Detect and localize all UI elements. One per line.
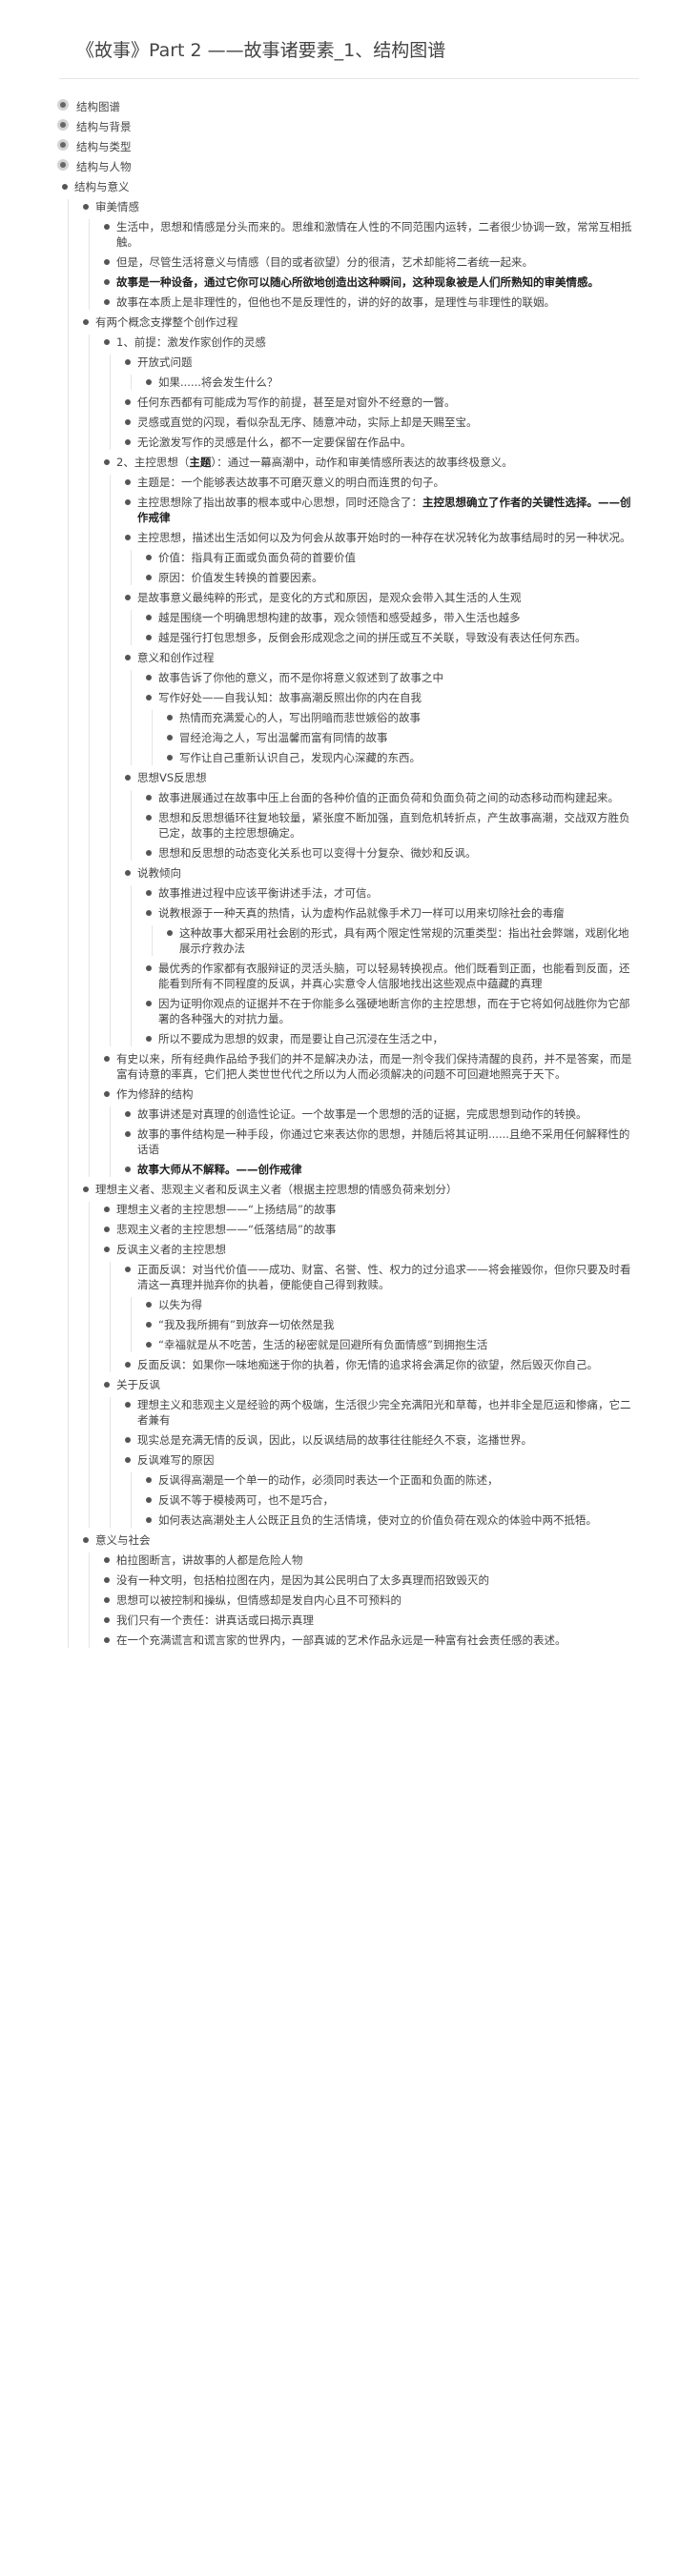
outline-node[interactable]: 2、主控思想（主题）：通过一幕高潮中，动作和审美情感所表达的故事终极意义。 — [101, 455, 639, 470]
outline-item: 如果......将会发生什么？ — [143, 375, 639, 390]
outline-node[interactable]: 写作好处——自我认知：故事高潮反照出你的内在自我 — [143, 690, 639, 705]
outline-item: “我及我所拥有”到放弃一切依然是我 — [143, 1317, 639, 1332]
outline-item: 所以不要成为思想的奴隶，而是要让自己沉浸在生活之中， — [143, 1031, 639, 1046]
title-divider — [59, 78, 639, 79]
outline-node[interactable]: 反讽主义者的主控思想 — [101, 1242, 639, 1257]
outline-node[interactable]: 作为修辞的结构 — [101, 1086, 639, 1102]
outline-item: 但是，尽管生活将意义与情感（目的或者欲望）分的很清，艺术却能将二者统一起来。 — [101, 254, 639, 270]
outline-node[interactable]: 审美情感 — [80, 199, 639, 214]
outline-item: 思想和反思想的动态变化关系也可以变得十分复杂、微妙和反讽。 — [143, 845, 639, 861]
outline-item: 有史以来，所有经典作品给予我们的并不是解决办法，而是一剂令我们保持清醒的良药，并… — [101, 1051, 639, 1082]
outline-node[interactable]: 主控思想，描述出生活如何以及为何会从故事开始时的一种存在状况转化为故事结局时的另… — [122, 530, 639, 545]
outline-item: 写作让自己重新认识自己，发现内心深藏的东西。 — [164, 750, 639, 765]
outline-node[interactable]: 思想VS反思想 — [122, 770, 639, 785]
outline-node[interactable]: 关于反讽 — [101, 1377, 639, 1392]
outline-item: 冒经沧海之人，写出温馨而富有同情的故事 — [164, 730, 639, 745]
outline-item: 故事告诉了你他的意义，而不是你将意义叙述到了故事之中 — [143, 670, 639, 685]
outline-item: 这种故事大都采用社会剧的形式，具有两个限定性常规的沉重类型：指出社会弊端，戏剧化… — [164, 925, 639, 956]
outline-item: 思想和反思想循环往复地较量，紧张度不断加强，直到危机转折点，产生故事高潮，交战双… — [143, 810, 639, 841]
outline-item: 以失为得 — [143, 1297, 639, 1312]
outline-item: 无论激发写作的灵感是什么，都不一定要保留在作品中。 — [122, 435, 639, 450]
document-page: 《故事》Part 2 ——故事诸要素_1、结构图谱 结构图谱 结构与背景 结构与… — [0, 0, 700, 2576]
outline-item: 主控思想除了指出故事的根本或中心思想，同时还隐含了：主控思想确立了作者的关键性选… — [122, 495, 639, 525]
outline-item: 故事讲述是对真理的创造性论证。一个故事是一个思想的活的证据，完成思想到动作的转换… — [122, 1106, 639, 1122]
outline-node[interactable]: 1、前提：激发作家创作的灵感 — [101, 335, 639, 350]
outline-node[interactable]: 说教根源于一种天真的热情，认为虚构作品就像手术刀一样可以用来切除社会的毒瘤 — [143, 905, 639, 921]
outline-item: 价值：指具有正面或负面负荷的首要价值 — [143, 550, 639, 565]
outline-item: 越是围绕一个明确思想构建的故事，观众领悟和感受越多，带入生活也越多 — [143, 610, 639, 625]
outline-item: 原因：价值发生转换的首要因素。 — [143, 570, 639, 585]
outline-node[interactable]: 意义和创作过程 — [122, 650, 639, 665]
outline-item: “幸福就是从不吃苦，生活的秘密就是回避所有负面情感”到拥抱生活 — [143, 1337, 639, 1352]
outline-item: 越是强行打包思想多，反倒会形成观念之间的拼压或互不关联，导致没有表达任何东西。 — [143, 630, 639, 645]
outline-node[interactable]: 理想主义者、悲观主义者和反讽主义者（根据主控思想的情感负荷来划分） — [80, 1182, 639, 1197]
outline-node[interactable]: 是故事意义最纯粹的形式，是变化的方式和原因，是观众会带入其生活的人生观 — [122, 590, 639, 605]
outline-item: 生活中，思想和情感是分头而来的。思维和激情在人性的不同范围内运转，二者很少协调一… — [101, 219, 639, 250]
outline-node-collapsed[interactable]: 结构图谱 — [59, 99, 639, 114]
outline-item: 故事推进过程中应该平衡讲述手法，才可信。 — [143, 885, 639, 901]
outline-item: 我们只有一个责任：讲真话或曰揭示真理 — [101, 1613, 639, 1628]
outline-node-collapsed[interactable]: 结构与人物 — [59, 159, 639, 174]
outline-item: 热情而充满爱心的人，写出阴暗而悲世嫉俗的故事 — [164, 710, 639, 725]
outline-node[interactable]: 开放式问题 — [122, 355, 639, 370]
outline-item: 故事是一种设备，通过它你可以随心所欲地创造出这种瞬间，这种现象被是人们所熟知的审… — [101, 274, 639, 290]
outline-item: 如何表达高潮处主人公既正且负的生活情境，使对立的价值负荷在观众的体验中两不抵牾。 — [143, 1512, 639, 1528]
outline-node[interactable]: 结构与意义 — [59, 179, 639, 194]
outline-item: 反讽得高潮是一个单一的动作，必须同时表达一个正面和负面的陈述， — [143, 1472, 639, 1488]
outline-item: 思想可以被控制和操纵，但情感却是发自内心且不可预料的 — [101, 1592, 639, 1608]
outline-node-collapsed[interactable]: 结构与背景 — [59, 119, 639, 134]
outline-node[interactable]: 有两个概念支撑整个创作过程 — [80, 314, 639, 330]
outline-item: 反讽不等于模棱两可，也不是巧合， — [143, 1492, 639, 1508]
outline-item: 悲观主义者的主控思想——“低落结局”的故事 — [101, 1222, 639, 1237]
page-title: 《故事》Part 2 ——故事诸要素_1、结构图谱 — [76, 40, 446, 61]
outline-item: 故事的事件结构是一种手段，你通过它来表达你的思想，并随后将其证明......且绝… — [122, 1126, 639, 1157]
outline-item: 现实总是充满无情的反讽，因此，以反讽结局的故事往往能经久不衰，迄播世界。 — [122, 1432, 639, 1448]
outline-node-collapsed[interactable]: 结构与类型 — [59, 139, 639, 154]
outline-item: 故事在本质上是非理性的，但他也不是反理性的，讲的好的故事，是理性与非理性的联姻。 — [101, 294, 639, 310]
outline-item: 柏拉图断言，讲故事的人都是危险人物 — [101, 1552, 639, 1568]
outline-item: 理想主义和悲观主义是经验的两个极端，生活很少完全充满阳光和草莓，也并非全是厄运和… — [122, 1397, 639, 1428]
outline-item: 理想主义者的主控思想——“上扬结局”的故事 — [101, 1202, 639, 1217]
outline-node[interactable]: 意义与社会 — [80, 1532, 639, 1548]
outline-item: 因为证明你观点的证据并不在于你能多么强硬地断言你的主控思想，而在于它将如何战胜你… — [143, 996, 639, 1026]
outline-node[interactable]: 说教倾向 — [122, 865, 639, 881]
outline-node[interactable]: 反讽难写的原因 — [122, 1452, 639, 1468]
outline-item: 在一个充满谎言和谎言家的世界内，一部真诚的艺术作品永远是一种富有社会责任感的表述… — [101, 1633, 639, 1648]
outline-item: 主题是：一个能够表达故事不可磨灭意义的明白而连贯的句子。 — [122, 475, 639, 490]
outline-item: 故事大师从不解释。——创作戒律 — [122, 1162, 639, 1177]
outline-item: 任何东西都有可能成为写作的前提，甚至是对窗外不经意的一瞥。 — [122, 395, 639, 410]
outline-item: 灵感或直觉的闪现，看似杂乱无序、随意冲动，实际上却是天赐至宝。 — [122, 415, 639, 430]
outline-item: 最优秀的作家都有衣服辩证的灵活头脑，可以轻易转换视点。他们既看到正面，也能看到反… — [143, 961, 639, 991]
outline-item: 反面反讽：如果你一味地痴迷于你的执着，你无情的追求将会满足你的欲望，然后毁灭你自… — [122, 1357, 639, 1372]
outline-item: 没有一种文明，包括柏拉图在内，是因为其公民明白了太多真理而招致毁灭的 — [101, 1572, 639, 1588]
outline-node[interactable]: 正面反讽：对当代价值——成功、财富、名誉、性、权力的过分追求——将会摧毁你，但你… — [122, 1262, 639, 1292]
outline-tree: 结构图谱 结构与背景 结构与类型 结构与人物 结构与意义 审美情感 生活中，思想… — [59, 99, 639, 1653]
outline-item: 故事进展通过在故事中压上台面的各种价值的正面负荷和负面负荷之间的动态移动而构建起… — [143, 790, 639, 805]
